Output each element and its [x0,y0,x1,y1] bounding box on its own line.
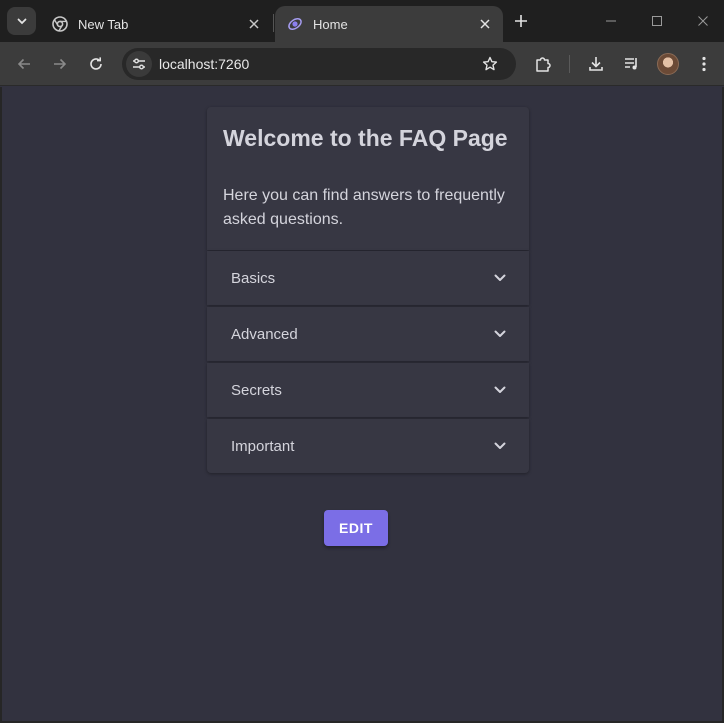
more-vertical-icon [702,56,706,72]
chevron-down-icon [494,442,506,449]
faq-section-basics[interactable]: Basics [207,251,529,305]
faq-section-secrets[interactable]: Secrets [207,363,529,417]
extensions-button[interactable] [529,50,557,78]
faq-section-advanced[interactable]: Advanced [207,307,529,361]
profile-avatar[interactable] [657,53,679,75]
playlist-icon [625,58,637,70]
chevron-down-icon [17,18,26,25]
menu-button[interactable] [690,50,718,78]
tune-icon [133,58,145,70]
maximize-icon [652,16,662,26]
reload-icon [90,57,102,70]
page-title: Welcome to the FAQ Page [223,125,508,151]
close-icon[interactable] [246,16,262,32]
faq-section-label: Secrets [231,381,282,399]
tab-new-tab[interactable]: New Tab [40,6,272,42]
close-icon [698,16,708,26]
faq-section-label: Basics [231,269,276,287]
minimize-icon [606,20,616,22]
site-info-button[interactable] [126,51,152,77]
forward-button[interactable] [46,50,74,78]
plus-icon [515,15,527,27]
downloads-button[interactable] [582,50,610,78]
tab-search-button[interactable] [7,7,36,35]
minimize-button[interactable] [597,8,625,34]
page-viewport: Welcome to the FAQ Page Here you can fin… [2,87,722,721]
download-icon [589,57,603,71]
close-window-button[interactable] [689,8,717,34]
tab-strip: New Tab Home [0,0,724,42]
chevron-down-icon [494,386,506,393]
chevron-down-icon [494,330,506,337]
chevron-down-icon [494,274,506,281]
tab-title: New Tab [78,16,129,32]
arrow-right-icon [54,58,67,70]
blazor-icon [288,18,302,30]
arrow-left-icon [17,58,30,70]
back-button[interactable] [10,50,38,78]
faq-section-important[interactable]: Important [207,419,529,473]
maximize-button[interactable] [643,8,671,34]
tab-home[interactable]: Home [275,6,503,42]
bookmark-button[interactable] [480,54,500,74]
media-control-button[interactable] [618,50,646,78]
url-text: localhost:7260 [159,56,250,72]
faq-section-label: Important [231,437,295,455]
faq-header-card: Welcome to the FAQ Page Here you can fin… [207,107,529,250]
browser-toolbar: localhost:7260 [0,42,724,86]
toolbar-divider [569,55,570,73]
faq-section-label: Advanced [231,325,298,343]
puzzle-icon [536,57,551,72]
page-intro: Here you can find answers to frequently … [223,187,505,228]
edit-button[interactable]: EDIT [324,510,388,546]
tab-separator [273,14,274,32]
reload-button[interactable] [82,50,110,78]
tab-title: Home [313,16,348,32]
chrome-icon [52,16,68,32]
close-icon[interactable] [477,16,493,32]
star-icon [482,56,498,71]
new-tab-button[interactable] [509,9,533,33]
address-bar[interactable]: localhost:7260 [122,48,516,80]
